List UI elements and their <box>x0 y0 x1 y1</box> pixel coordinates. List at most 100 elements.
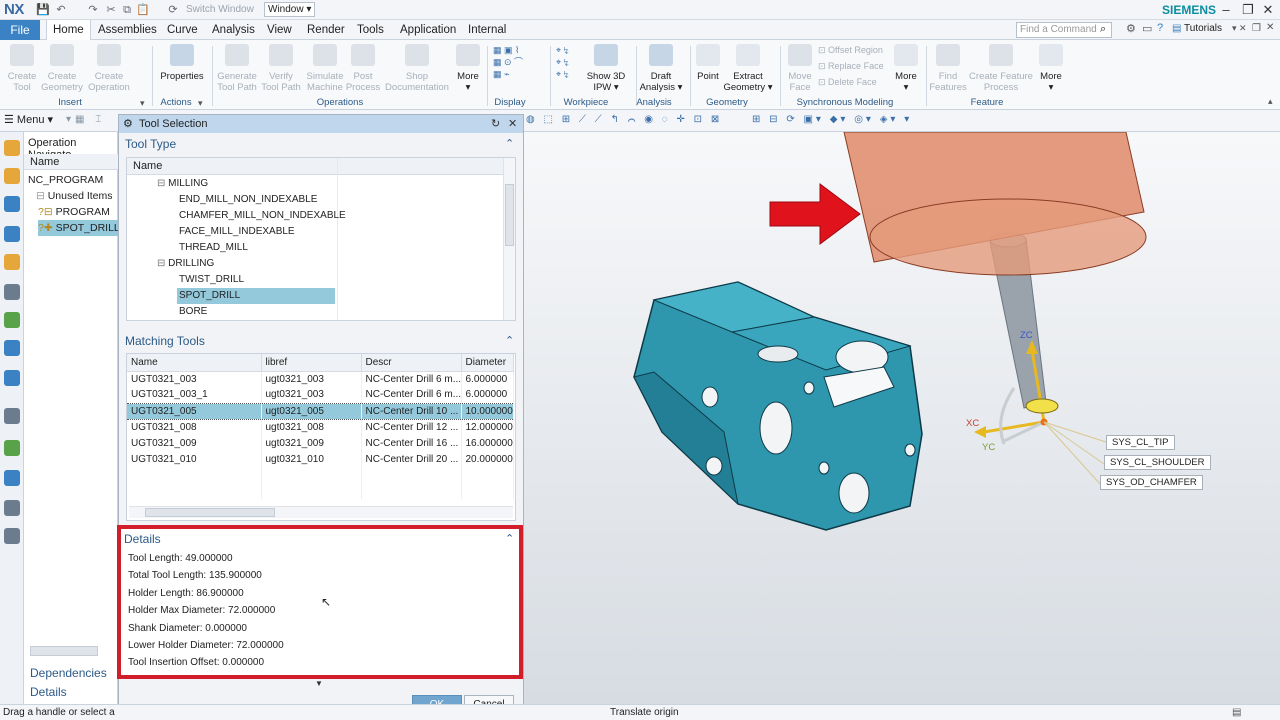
replace-face-button[interactable]: ⊡ Replace Face <box>818 60 884 72</box>
copy-icon[interactable]: ⧉ <box>120 3 134 17</box>
workpiece-tools-icon[interactable]: ⌖ ↯ ⌖ ↯ ⌖ ↯ <box>556 44 569 80</box>
more-options-icon[interactable]: ▼ <box>315 679 323 688</box>
ribbon-options-icon[interactable]: ▾ ✕ <box>1232 23 1247 34</box>
scroll-thumb[interactable] <box>145 508 275 517</box>
roles-icon[interactable] <box>4 470 20 486</box>
properties-button[interactable]: Properties <box>154 44 210 82</box>
group-operations[interactable]: Operations <box>300 97 380 108</box>
machine-tool-navigator-icon[interactable] <box>4 284 20 300</box>
table-row[interactable]: UGT0321_003 ugt0321_003 NC-Center Drill 6 … <box>127 371 514 387</box>
tutorials-button[interactable]: ▤ Tutorials <box>1172 23 1222 34</box>
scroll-thumb[interactable] <box>505 184 514 246</box>
table-row[interactable]: UGT0321_009 ugt0321_009 NC-Center Drill 16… <box>127 435 514 451</box>
delete-face-button[interactable]: ⊡ Delete Face <box>818 76 884 88</box>
table-row[interactable]: UGT0321_010 ugt0321_010 NC-Center Drill 20… <box>127 451 514 467</box>
reuse-library-icon[interactable] <box>4 226 20 242</box>
tool-type-item[interactable]: END_MILL_NON_INDEXABLE <box>179 192 317 208</box>
paste-icon[interactable]: 📋 <box>136 3 150 17</box>
tab-assemblies[interactable]: Assemblies <box>98 20 157 40</box>
tab-render[interactable]: Render <box>307 20 345 40</box>
process-studio-icon[interactable] <box>4 440 20 456</box>
switch-window-button[interactable]: Switch Window <box>186 4 254 15</box>
table-row[interactable]: UGT0321_005 ugt0321_005 NC-Center Drill 10… <box>127 402 514 420</box>
nav-item-nc-program[interactable]: NC_PROGRAM <box>28 172 103 188</box>
group-feature[interactable]: Feature <box>962 97 1012 108</box>
tab-internal[interactable]: Internal <box>468 20 506 40</box>
tab-curve[interactable]: Curve <box>167 20 198 40</box>
expand-icon[interactable]: ⊟ <box>157 258 168 269</box>
help-icon[interactable]: ? <box>1157 22 1163 34</box>
repeat-command-icon[interactable]: ⟳ <box>166 3 180 17</box>
tool-type-item[interactable]: THREAD_MILL <box>179 240 248 256</box>
group-insert[interactable]: Insert <box>40 97 100 108</box>
feature-more-button[interactable]: More ▾ <box>1023 44 1079 93</box>
sys-cl-shoulder-label[interactable]: SYS_CL_SHOULDER <box>1104 455 1211 470</box>
collapse-tool-type-icon[interactable]: ⌃ <box>505 137 514 150</box>
post-process-button[interactable]: Post Process <box>335 44 391 93</box>
collapse-ribbon-icon[interactable]: ▴ <box>1268 96 1273 107</box>
col-name[interactable]: Name <box>127 354 262 372</box>
close-part-icon[interactable]: ✕ <box>1266 22 1274 33</box>
table-row[interactable]: UGT0321_003_1 ugt0321_003 NC-Center Drill … <box>127 387 514 403</box>
dependencies-panel[interactable]: Dependencies <box>30 666 107 680</box>
menu-button[interactable]: ☰ Menu ▾ <box>4 113 53 126</box>
group-actions[interactable]: Actions <box>156 97 196 108</box>
details-panel[interactable]: Details <box>30 685 67 699</box>
close-icon[interactable]: ✕ <box>1258 1 1278 19</box>
file-tab[interactable]: File <box>0 20 40 40</box>
show-3d-ipw-button[interactable]: Show 3D IPW ▾ <box>578 44 634 93</box>
window-menu[interactable]: Window ▾ <box>264 2 316 17</box>
col-diameter[interactable]: Diameter <box>461 354 514 372</box>
group-geometry[interactable]: Geometry <box>702 97 752 108</box>
tab-application[interactable]: Application <box>400 20 456 40</box>
history-icon[interactable] <box>4 370 20 386</box>
tool-type-item[interactable]: ⊟ DRILLING <box>157 256 214 272</box>
undo-icon[interactable]: ↶ <box>54 3 68 17</box>
find-command-input[interactable]: Find a Command <box>1016 22 1112 38</box>
tool-type-name-column[interactable]: Name <box>127 158 515 175</box>
matching-h-scrollbar[interactable] <box>129 506 513 518</box>
tool-type-item[interactable]: FACE_MILL_INDEXABLE <box>179 224 295 240</box>
insert-expand-icon[interactable]: ▾ <box>140 97 145 109</box>
group-analysis[interactable]: Analysis <box>634 97 674 108</box>
restore-small-icon[interactable]: ❐ <box>1252 23 1261 34</box>
nav-item-program[interactable]: ?⊟ PROGRAM <box>38 204 110 220</box>
tool-type-scrollbar[interactable] <box>503 158 515 320</box>
navigator-name-column[interactable]: Name <box>24 154 118 170</box>
display-tools-icon[interactable]: ▦ ▣ ⌇ ▦ ⊙ ⌒ ▦ ⌁ <box>493 44 523 80</box>
graphics-window[interactable]: ZC XC YC SYS_CL_TIP SYS_CL_SHOULDER SYS_… <box>524 132 1280 704</box>
matching-tools-header[interactable]: Matching Tools <box>125 334 205 348</box>
search-icon[interactable]: ⌕ <box>1100 23 1106 36</box>
reset-icon[interactable]: ↻ <box>491 115 500 133</box>
tab-analysis[interactable]: Analysis <box>212 20 255 40</box>
minimize-icon[interactable]: – <box>1216 1 1236 19</box>
actions-expand-icon[interactable]: ▾ <box>198 97 203 109</box>
part-model[interactable] <box>633 281 923 531</box>
tool-type-item[interactable]: SPOT_DRILL <box>177 288 335 304</box>
group-synchronous-modeling[interactable]: Synchronous Modeling <box>790 97 900 108</box>
hd3d-tools-icon[interactable] <box>4 254 20 270</box>
part-navigator-icon[interactable] <box>4 196 20 212</box>
system-scenes-icon[interactable] <box>4 500 20 516</box>
system-materials-icon[interactable] <box>4 408 20 424</box>
restore-icon[interactable]: ❐ <box>1238 1 1258 19</box>
col-libref[interactable]: libref <box>261 354 362 372</box>
col-descr[interactable]: Descr <box>361 354 462 372</box>
details-header[interactable]: Details <box>124 532 161 546</box>
window-toggle-icon[interactable]: ▭ <box>1142 22 1152 35</box>
collapse-details-icon[interactable]: ⌃ <box>505 532 514 545</box>
operation-navigator-icon[interactable] <box>4 312 20 328</box>
web-browser-icon[interactable] <box>4 340 20 356</box>
navigator-scrollbar[interactable] <box>30 646 98 656</box>
tab-view[interactable]: View <box>267 20 292 40</box>
nav-item-unused-items[interactable]: ⊟ Unused Items <box>36 188 113 204</box>
constraint-navigator-icon[interactable] <box>4 168 20 184</box>
extract-geometry-button[interactable]: Extract Geometry ▾ <box>720 44 776 93</box>
reuse-library-2-icon[interactable] <box>4 528 20 544</box>
cut-icon[interactable]: ✂ <box>104 3 118 17</box>
create-operation-button[interactable]: Create Operation <box>81 44 137 93</box>
assembly-navigator-icon[interactable] <box>4 140 20 156</box>
dialog-close-icon[interactable]: ✕ <box>508 115 517 133</box>
expand-icon[interactable]: ⊟ <box>157 178 168 189</box>
sys-od-chamfer-label[interactable]: SYS_OD_CHAMFER <box>1100 475 1203 490</box>
